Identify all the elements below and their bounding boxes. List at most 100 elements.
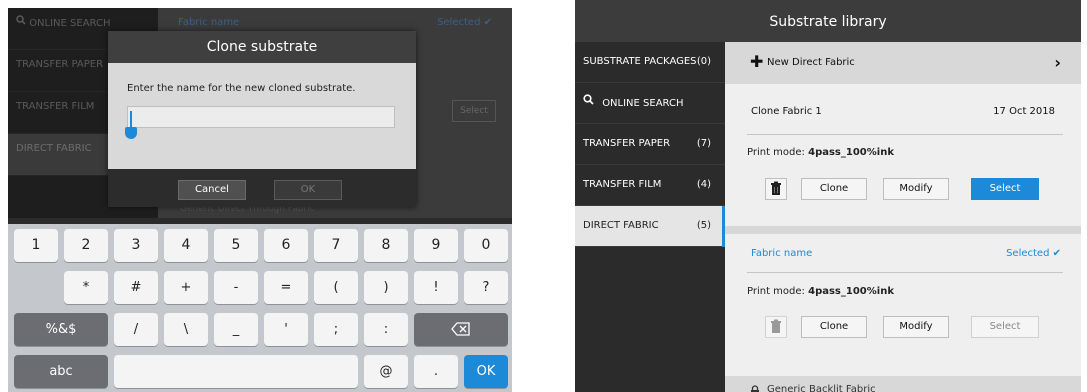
key-5[interactable]: 5 [214, 229, 258, 262]
substrate-list: ✚ New Direct Fabric › Clone Fabric 1 17 … [725, 42, 1081, 392]
divider [747, 134, 1063, 135]
key-apostrophe[interactable]: ' [264, 313, 308, 346]
card-separator [725, 226, 1081, 234]
key-6[interactable]: 6 [264, 229, 308, 262]
key-minus[interactable]: - [214, 271, 258, 304]
bg-fabric-name: Fabric name [178, 17, 240, 28]
ok-button[interactable]: OK [274, 180, 342, 200]
delete-button[interactable] [765, 178, 787, 200]
new-direct-fabric-label: New Direct Fabric [767, 57, 855, 68]
clone-name-input[interactable] [127, 106, 395, 128]
plus-icon: ✚ [750, 52, 764, 71]
dialog-footer: Cancel OK [108, 169, 416, 207]
lock-icon [750, 382, 760, 392]
key-7[interactable]: 7 [314, 229, 358, 262]
key-colon[interactable]: : [364, 313, 408, 346]
bg-sidebar-item-label: TRANSFER PAPER [16, 59, 104, 70]
key-underscore[interactable]: _ [214, 313, 258, 346]
sidebar-item-direct-fabric[interactable]: DIRECT FABRIC (5) [575, 206, 725, 247]
sidebar-item-count: (0) [696, 56, 711, 67]
key-3[interactable]: 3 [114, 229, 158, 262]
search-icon [583, 83, 594, 123]
on-screen-keyboard: 1 2 3 4 5 6 7 8 9 0 * # + - = ( ) ! ? %&… [8, 224, 512, 392]
new-direct-fabric-row[interactable]: ✚ New Direct Fabric › [725, 42, 1081, 84]
bg-sidebar-item-label: ONLINE SEARCH [29, 18, 111, 29]
key-4[interactable]: 4 [164, 229, 208, 262]
key-question[interactable]: ? [464, 271, 508, 304]
clone-dialog-screen: ONLINE SEARCH TRANSFER PAPER TRANSFER FI… [8, 8, 512, 392]
delete-button[interactable] [765, 316, 787, 338]
bg-sidebar-item-label: DIRECT FABRIC [16, 143, 92, 154]
sidebar-item-label: SUBSTRATE PACKAGES [583, 56, 697, 67]
key-open-paren[interactable]: ( [314, 271, 358, 304]
selected-label: Selected ✔ [1006, 248, 1061, 259]
print-mode-value: 4pass_100%ink [808, 286, 894, 297]
sidebar-item-count: (4) [696, 179, 711, 190]
bg-sidebar-item-label: TRANSFER FILM [16, 101, 95, 112]
modify-button[interactable]: Modify [883, 178, 949, 200]
key-semicolon[interactable]: ; [314, 313, 358, 346]
page-title: Substrate library [575, 0, 1081, 42]
key-8[interactable]: 8 [364, 229, 408, 262]
sidebar-item-transfer-film[interactable]: TRANSFER FILM (4) [575, 165, 725, 206]
sidebar-item-online-search[interactable]: ONLINE SEARCH [575, 83, 725, 124]
bg-select-button: Select [452, 100, 496, 122]
dialog-title: Clone substrate [108, 31, 416, 63]
search-icon [16, 8, 26, 38]
sidebar-item-label: TRANSFER FILM [583, 179, 662, 190]
clone-substrate-dialog: Clone substrate Enter the name for the n… [108, 31, 416, 207]
substrate-card-clone-fabric-1: Clone Fabric 1 17 Oct 2018 Print mode: 4… [725, 84, 1081, 226]
screenshot-stage: ONLINE SEARCH TRANSFER PAPER TRANSFER FI… [0, 0, 1087, 392]
clone-button[interactable]: Clone [801, 316, 867, 338]
key-9[interactable]: 9 [414, 229, 458, 262]
key-close-paren[interactable]: ) [364, 271, 408, 304]
sidebar-item-count: (5) [696, 220, 711, 231]
trash-icon [766, 319, 786, 341]
chevron-right-icon: › [1054, 53, 1061, 72]
substrate-name: Clone Fabric 1 [751, 106, 822, 117]
select-button[interactable]: Select [971, 178, 1039, 200]
sidebar-item-label: TRANSFER PAPER [583, 138, 671, 149]
clone-button[interactable]: Clone [801, 178, 867, 200]
key-slash[interactable]: / [114, 313, 158, 346]
key-hash[interactable]: # [114, 271, 158, 304]
cursor-handle[interactable] [125, 127, 137, 139]
key-1[interactable]: 1 [14, 229, 58, 262]
substrate-library-screen: Substrate library SUBSTRATE PACKAGES (0)… [575, 0, 1081, 392]
print-mode-label: Print mode: [747, 147, 805, 158]
generic-backlit-fabric-row[interactable]: Generic Backlit Fabric [725, 376, 1081, 392]
print-mode-value: 4pass_100%ink [808, 147, 894, 158]
key-0[interactable]: 0 [464, 229, 508, 262]
divider [747, 272, 1063, 273]
print-mode: Print mode: 4pass_100%ink [747, 147, 894, 158]
sidebar-item-count: (7) [696, 138, 711, 149]
key-at[interactable]: @ [364, 355, 408, 388]
trash-icon [766, 181, 786, 203]
substrate-name: Fabric name [751, 248, 813, 259]
sidebar-item-substrate-packages[interactable]: SUBSTRATE PACKAGES (0) [575, 42, 725, 83]
sidebar-item-label: DIRECT FABRIC [583, 220, 659, 231]
key-backslash[interactable]: \ [164, 313, 208, 346]
key-2[interactable]: 2 [64, 229, 108, 262]
key-backspace[interactable] [414, 313, 508, 346]
key-space[interactable] [114, 355, 358, 388]
modify-button[interactable]: Modify [883, 316, 949, 338]
key-plus[interactable]: + [164, 271, 208, 304]
substrate-card-fabric-name: Fabric name Selected ✔ Print mode: 4pass… [725, 234, 1081, 364]
sidebar: SUBSTRATE PACKAGES (0) ONLINE SEARCH TRA… [575, 42, 725, 392]
print-mode-label: Print mode: [747, 286, 805, 297]
backspace-icon [451, 321, 471, 337]
substrate-date: 17 Oct 2018 [993, 106, 1055, 117]
key-ok[interactable]: OK [464, 355, 508, 388]
select-button[interactable]: Select [971, 316, 1039, 338]
key-asterisk[interactable]: * [64, 271, 108, 304]
key-abc[interactable]: abc [14, 355, 108, 388]
cancel-button[interactable]: Cancel [178, 180, 246, 200]
key-period[interactable]: . [414, 355, 458, 388]
generic-backlit-fabric-label: Generic Backlit Fabric [767, 384, 876, 392]
sidebar-item-transfer-paper[interactable]: TRANSFER PAPER (7) [575, 124, 725, 165]
key-symbols-toggle[interactable]: %&$ [14, 313, 108, 346]
key-exclamation[interactable]: ! [414, 271, 458, 304]
bg-selected-label: Selected ✔ [437, 17, 492, 28]
key-equals[interactable]: = [264, 271, 308, 304]
